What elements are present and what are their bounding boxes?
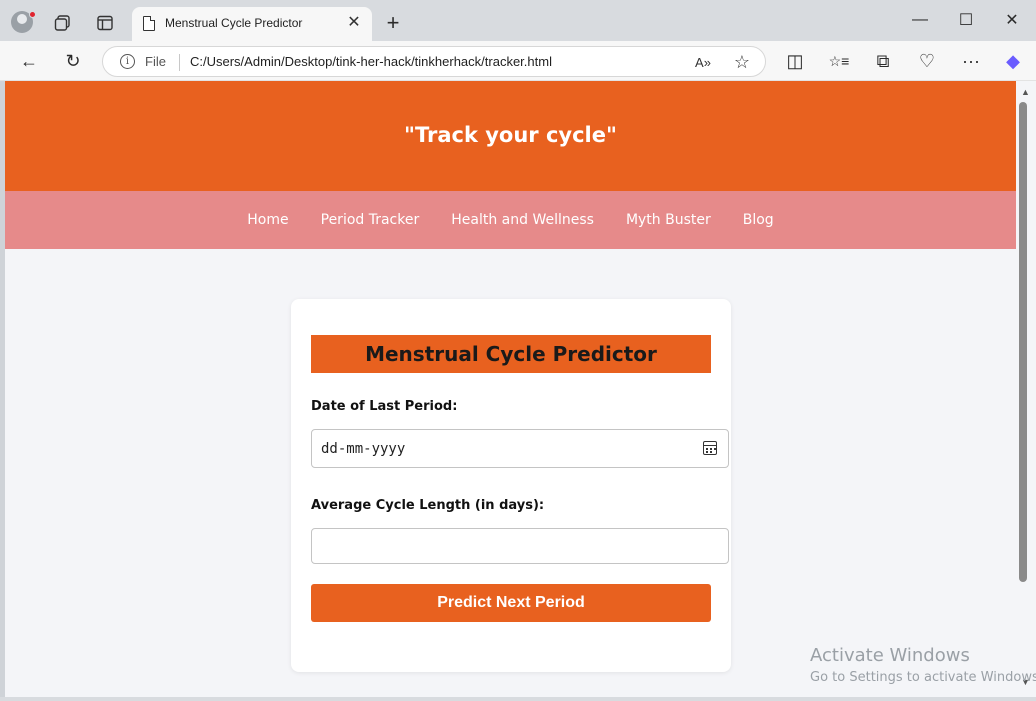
watermark-subtitle: Go to Settings to activate Windows. [810, 670, 1036, 685]
activate-windows-watermark: Activate Windows Go to Settings to activ… [810, 645, 1036, 685]
more-menu-icon[interactable]: ··· [959, 49, 983, 73]
date-placeholder: dd-mm-yyyy [321, 440, 406, 457]
nav-home[interactable]: Home [247, 212, 288, 228]
predict-button[interactable]: Predict Next Period [311, 584, 711, 622]
favorites-icon[interactable]: ☆≡ [827, 49, 851, 73]
new-tab-button[interactable]: + [382, 10, 404, 35]
read-aloud-icon[interactable]: A» [692, 51, 714, 73]
tab-title: Menstrual Cycle Predictor [165, 16, 303, 30]
scheme-label: File [145, 54, 166, 69]
info-icon[interactable]: i [120, 54, 135, 69]
refresh-icon[interactable]: ↻ [61, 49, 85, 73]
url-text[interactable]: C:/Users/Admin/Desktop/tink-her-hack/tin… [190, 54, 552, 69]
nav-myth-buster[interactable]: Myth Buster [626, 212, 711, 228]
active-tab[interactable]: Menstrual Cycle Predictor ✕ [132, 7, 372, 41]
tab-close-icon[interactable]: ✕ [344, 13, 364, 33]
cycle-length-input[interactable] [311, 528, 729, 564]
vertical-tabs-icon[interactable] [94, 12, 116, 34]
scroll-up-icon[interactable]: ▲ [1021, 87, 1030, 97]
predictor-card: Menstrual Cycle Predictor Date of Last P… [291, 299, 731, 672]
nav-period-tracker[interactable]: Period Tracker [321, 212, 420, 228]
calendar-icon[interactable] [703, 441, 717, 455]
nav-health-and-wellness[interactable]: Health and Wellness [451, 212, 594, 228]
workspaces-icon[interactable] [52, 12, 74, 34]
collections-icon[interactable]: ⧉ [871, 49, 895, 73]
site-tagline: "Track your cycle" [404, 123, 617, 147]
address-bar[interactable]: i File C:/Users/Admin/Desktop/tink-her-h… [102, 46, 766, 77]
page-scrollbar[interactable]: ▲ ▼ [1016, 81, 1036, 697]
page-viewport: "Track your cycle" Home Period Tracker H… [5, 81, 1016, 697]
close-window-button[interactable]: ✕ [994, 6, 1030, 34]
address-separator [179, 54, 180, 71]
last-period-date-input[interactable]: dd-mm-yyyy [311, 429, 729, 468]
tab-strip: Menstrual Cycle Predictor ✕ + — ☐ ✕ [0, 0, 1036, 41]
page-icon [143, 16, 155, 31]
scroll-thumb[interactable] [1019, 102, 1027, 582]
cycle-length-label: Average Cycle Length (in days): [311, 498, 545, 513]
date-label: Date of Last Period: [311, 399, 458, 414]
browser-toolbar: ← ↻ i File C:/Users/Admin/Desktop/tink-h… [0, 41, 1036, 81]
watermark-title: Activate Windows [810, 645, 970, 666]
site-header: "Track your cycle" [5, 81, 1016, 191]
main-nav: Home Period Tracker Health and Wellness … [5, 191, 1016, 249]
browser-essentials-icon[interactable]: ♡ [915, 49, 939, 73]
notification-dot-icon [29, 11, 36, 18]
split-screen-icon[interactable]: ◫ [783, 49, 807, 73]
favorite-star-icon[interactable]: ☆ [731, 51, 753, 73]
form-title: Menstrual Cycle Predictor [311, 335, 711, 373]
back-icon[interactable]: ← [17, 49, 41, 73]
nav-blog[interactable]: Blog [743, 212, 774, 228]
window-bottom-edge [0, 697, 1036, 701]
minimize-button[interactable]: — [902, 6, 938, 34]
maximize-button[interactable]: ☐ [948, 6, 984, 34]
copilot-icon[interactable]: ◆ [1001, 49, 1025, 73]
